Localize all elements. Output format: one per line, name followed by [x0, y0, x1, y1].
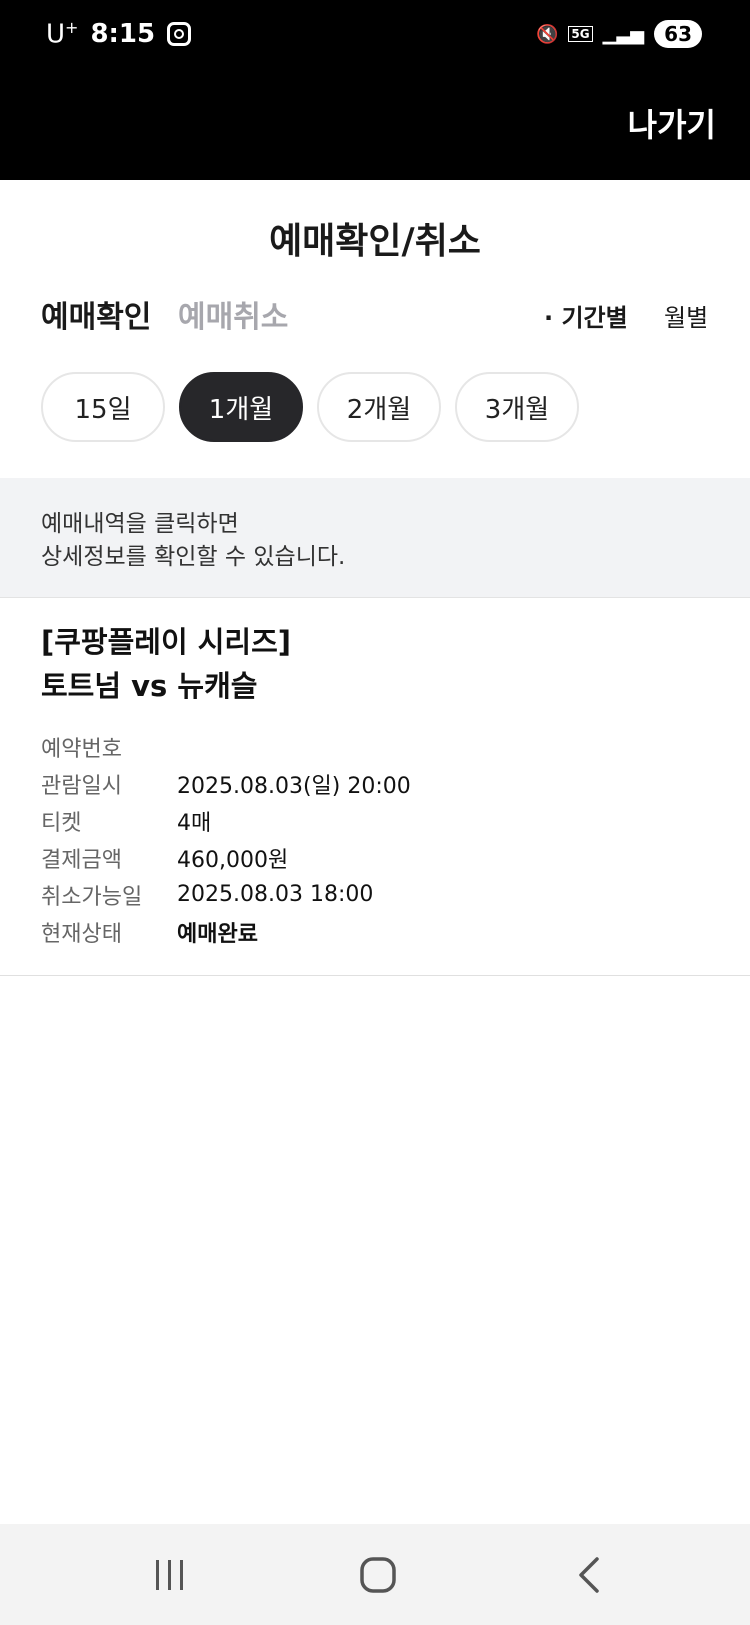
detail-row-show-datetime: 관람일시 2025.08.03(일) 20:00 [41, 765, 711, 802]
tab-booking-check[interactable]: 예매확인 [41, 292, 151, 336]
mute-icon: 🔇 [536, 23, 559, 45]
battery-indicator: 63 [654, 20, 702, 48]
detail-label: 취소가능일 [41, 884, 143, 910]
instagram-icon [167, 21, 192, 46]
notice-line-1: 예매내역을 클릭하면 [41, 511, 239, 537]
network-badge: 5G [568, 26, 593, 42]
period-15-days-button[interactable]: 15일 [41, 372, 165, 442]
exit-button[interactable]: 나가기 [628, 100, 716, 146]
booking-details: 예약번호 관람일시 2025.08.03(일) 20:00 티켓 4매 결제금액… [41, 728, 711, 950]
page-title: 예매확인/취소 [269, 221, 481, 262]
period-1-month-button[interactable]: 1개월 [179, 372, 303, 442]
home-icon[interactable] [348, 1552, 408, 1598]
period-selector: 15일 1개월 2개월 3개월 [41, 372, 579, 442]
status-bar: U+ 8:15 🔇 5G ▁▃▅ 63 나가기 [0, 0, 750, 180]
detail-label: 예약번호 [41, 736, 122, 762]
navigation-bar [0, 1524, 750, 1625]
status-value: 예매완료 [177, 921, 258, 947]
booking-card[interactable]: [쿠팡플레이 시리즈] 토트넘 vs 뉴캐슬 예약번호 관람일시 2025.08… [41, 620, 711, 950]
clock: 8:15 [90, 18, 156, 49]
detail-row-tickets: 티켓 4매 [41, 802, 711, 839]
detail-row-status: 현재상태 예매완료 [41, 913, 711, 950]
period-3-months-button[interactable]: 3개월 [455, 372, 579, 442]
signal-icon: ▁▃▅ [602, 23, 645, 45]
detail-row-reservation-number: 예약번호 [41, 728, 711, 765]
detail-value: 2025.08.03 18:00 [177, 882, 374, 907]
detail-label: 관람일시 [41, 773, 122, 799]
detail-row-payment-amount: 결제금액 460,000원 [41, 839, 711, 876]
detail-label: 결제금액 [41, 847, 122, 873]
event-series: [쿠팡플레이 시리즈] [41, 625, 292, 659]
filter-by-month[interactable]: 월별 [664, 298, 708, 333]
back-icon[interactable] [560, 1552, 620, 1598]
detail-value: 460,000원 [177, 847, 289, 873]
card-divider [0, 975, 750, 976]
period-2-months-button[interactable]: 2개월 [317, 372, 441, 442]
detail-value: 2025.08.03(일) 20:00 [177, 773, 411, 799]
filter-by-period[interactable]: · 기간별 [544, 298, 628, 333]
carrier-sup: + [65, 18, 79, 37]
notice-box: 예매내역을 클릭하면 상세정보를 확인할 수 있습니다. [0, 478, 750, 598]
carrier: U+ [46, 18, 78, 50]
notice-line-2: 상세정보를 확인할 수 있습니다. [41, 544, 346, 570]
status-left: U+ 8:15 [46, 18, 192, 50]
recents-icon[interactable] [140, 1552, 200, 1598]
detail-row-cancel-deadline: 취소가능일 2025.08.03 18:00 [41, 876, 711, 913]
detail-value: 4매 [177, 810, 212, 836]
event-match: 토트넘 vs 뉴캐슬 [41, 669, 258, 703]
status-right: 🔇 5G ▁▃▅ 63 [536, 20, 702, 48]
detail-label: 티켓 [41, 810, 82, 836]
tab-booking-cancel[interactable]: 예매취소 [178, 292, 288, 336]
detail-label: 현재상태 [41, 921, 122, 947]
carrier-text: U [46, 19, 66, 50]
